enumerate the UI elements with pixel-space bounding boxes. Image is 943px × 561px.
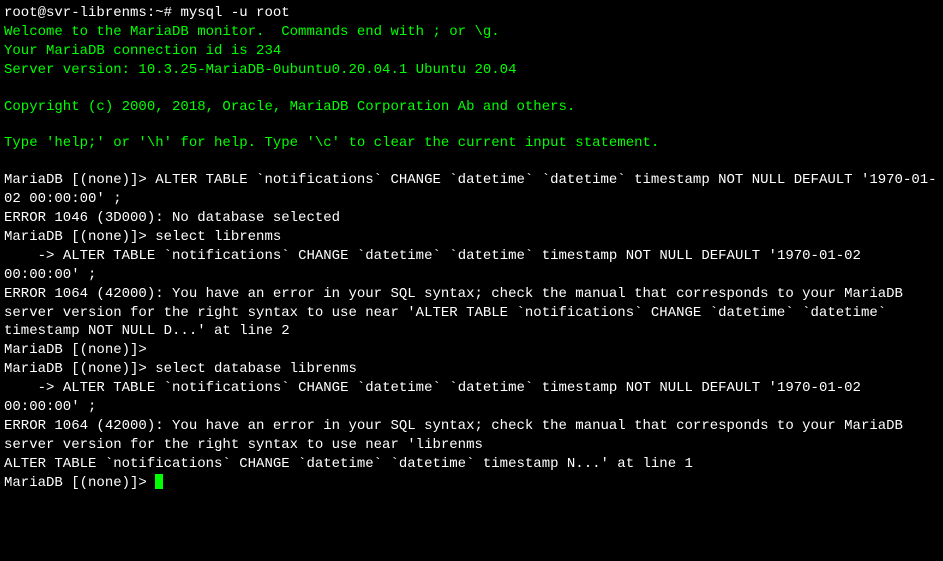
current-prompt-line[interactable]: MariaDB [(none)]> xyxy=(4,474,939,493)
blank-line xyxy=(4,80,939,98)
sql-continuation-4: -> ALTER TABLE `notifications` CHANGE `d… xyxy=(4,379,939,417)
error-line-4: ERROR 1064 (42000): You have an error in… xyxy=(4,417,939,474)
shell-command: mysql -u root xyxy=(180,5,289,21)
error-line-2: ERROR 1064 (42000): You have an error in… xyxy=(4,285,939,342)
mariadb-prompt: MariaDB [(none)]> xyxy=(4,475,155,491)
mariadb-prompt: MariaDB [(none)]> xyxy=(4,229,155,245)
mariadb-prompt-empty: MariaDB [(none)]> xyxy=(4,341,939,360)
help-line: Type 'help;' or '\h' for help. Type '\c'… xyxy=(4,134,939,153)
cursor-icon xyxy=(155,474,163,489)
shell-line: root@svr-librenms:~# mysql -u root xyxy=(4,4,939,23)
welcome-line-3: Server version: 10.3.25-MariaDB-0ubuntu0… xyxy=(4,61,939,80)
sql-command: ALTER TABLE `notifications` CHANGE `date… xyxy=(4,248,869,283)
sql-command: select database librenms xyxy=(155,361,357,377)
blank-line xyxy=(4,153,939,171)
sql-continuation-2: -> ALTER TABLE `notifications` CHANGE `d… xyxy=(4,247,939,285)
error-line-1: ERROR 1046 (3D000): No database selected xyxy=(4,209,939,228)
mariadb-prompt: MariaDB [(none)]> xyxy=(4,361,155,377)
continuation-prompt: -> xyxy=(4,380,63,396)
blank-line xyxy=(4,116,939,134)
sql-line-2: MariaDB [(none)]> select librenms xyxy=(4,228,939,247)
sql-command: select librenms xyxy=(155,229,281,245)
copyright-line: Copyright (c) 2000, 2018, Oracle, MariaD… xyxy=(4,98,939,117)
continuation-prompt: -> xyxy=(4,248,63,264)
shell-prompt: root@svr-librenms:~# xyxy=(4,5,180,21)
sql-line-1: MariaDB [(none)]> ALTER TABLE `notificat… xyxy=(4,171,939,209)
terminal-output[interactable]: root@svr-librenms:~# mysql -u root Welco… xyxy=(4,4,939,492)
welcome-line-2: Your MariaDB connection id is 234 xyxy=(4,42,939,61)
sql-command: ALTER TABLE `notifications` CHANGE `date… xyxy=(4,380,869,415)
sql-line-4: MariaDB [(none)]> select database libren… xyxy=(4,360,939,379)
mariadb-prompt: MariaDB [(none)]> xyxy=(4,172,155,188)
welcome-line-1: Welcome to the MariaDB monitor. Commands… xyxy=(4,23,939,42)
